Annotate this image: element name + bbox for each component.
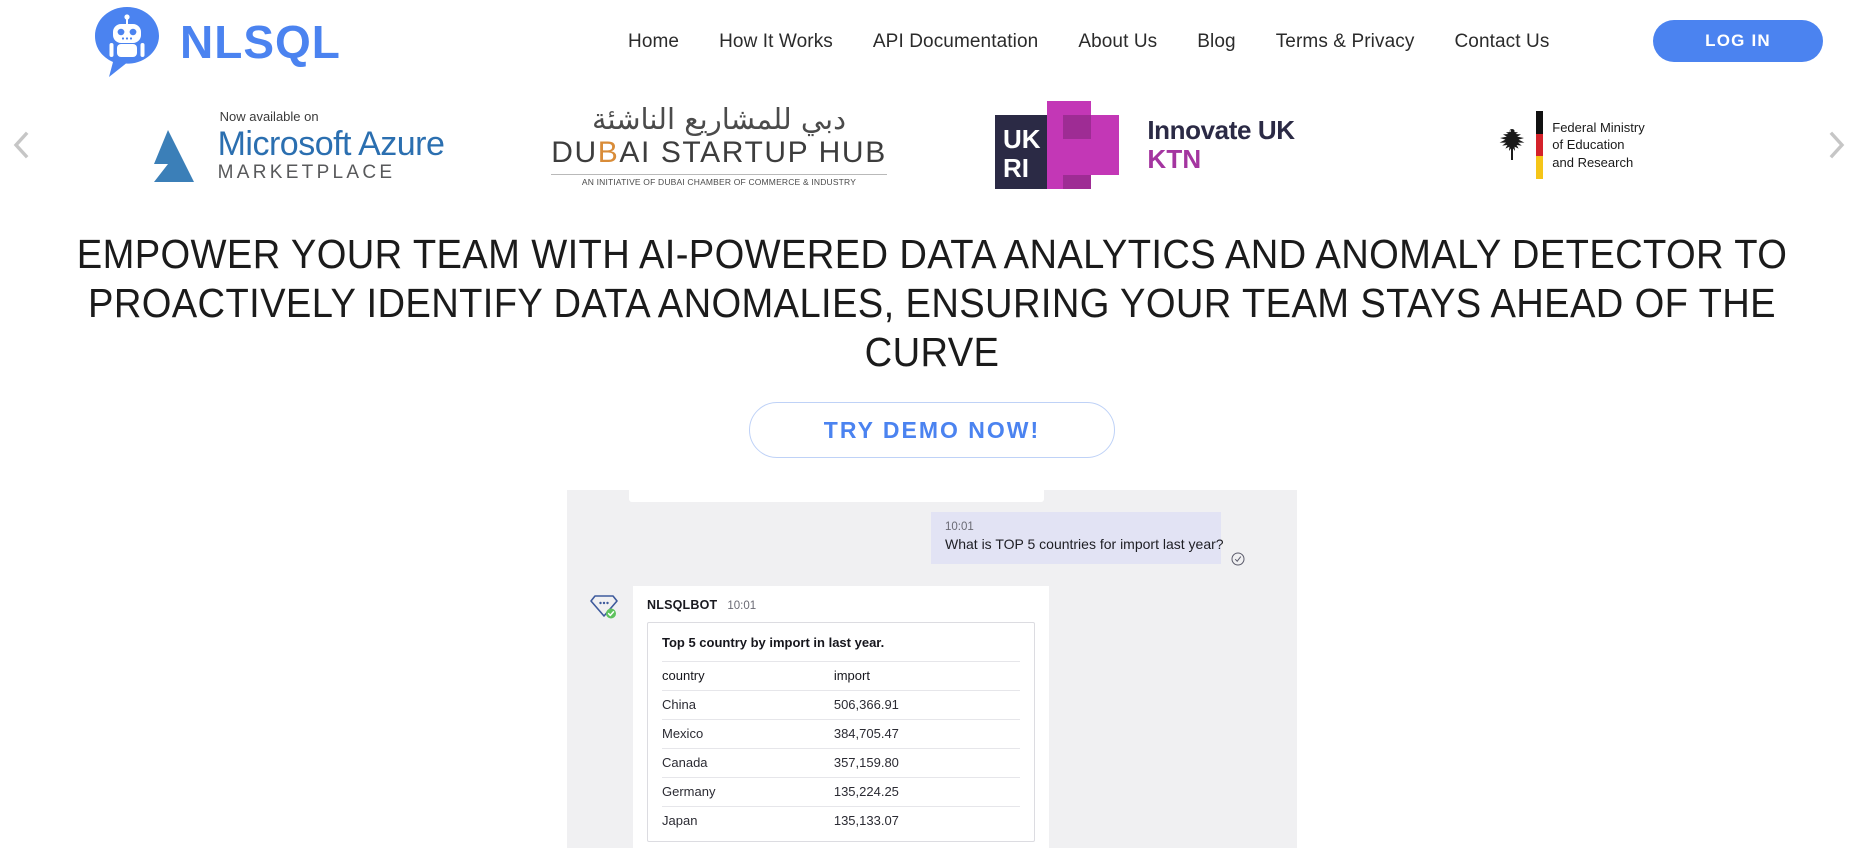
nav-item-contact-us[interactable]: Contact Us xyxy=(1434,31,1569,53)
nav-item-blog[interactable]: Blog xyxy=(1177,31,1255,53)
table-row: China 506,366.91 xyxy=(662,690,1020,720)
innovate-uk-label: Innovate UK xyxy=(1147,115,1295,146)
table-row: Mexico 384,705.47 xyxy=(662,719,1020,749)
partner-logo-carousel: Now available on Microsoft Azure MARKETP… xyxy=(0,84,1864,206)
dubai-name-accent: B xyxy=(597,136,620,170)
chat-result-table: country import China 506,366.91 Mexico 3… xyxy=(662,661,1020,836)
chat-bot-timestamp: 10:01 xyxy=(727,600,757,613)
dubai-tagline: AN INITIATIVE OF DUBAI CHAMBER OF COMMER… xyxy=(581,176,857,187)
ktn-label: KTN xyxy=(1147,144,1202,174)
page-title: Empower your team with AI-powered data a… xyxy=(76,231,1788,375)
table-column-country: country xyxy=(662,661,834,691)
table-cell-import: 506,366.91 xyxy=(833,690,1020,720)
svg-text:UK: UK xyxy=(1003,124,1041,154)
chat-demo-topbar xyxy=(629,490,1044,503)
table-column-import: import xyxy=(833,661,1020,691)
nav-item-terms-privacy[interactable]: Terms & Privacy xyxy=(1256,31,1435,53)
chat-bot-name: NLSQLBOT xyxy=(647,598,718,613)
nav-item-about-us[interactable]: About Us xyxy=(1058,31,1177,53)
table-body: China 506,366.91 Mexico 384,705.47 Canad… xyxy=(662,690,1020,836)
partner-logo-innovate-uk-ktn[interactable]: UK RI Innovate UK KTN xyxy=(932,101,1358,189)
chat-user-timestamp: 10:01 xyxy=(945,521,974,534)
german-ministry-line-2: of Education xyxy=(1552,137,1625,153)
dubai-divider xyxy=(551,173,887,175)
german-eagle-icon xyxy=(1497,127,1527,163)
chat-user-message: 10:01 What is TOP 5 countries for import… xyxy=(931,512,1224,564)
azure-available-on-label: Now available on xyxy=(219,108,319,124)
table-row: Canada 357,159.80 xyxy=(662,748,1020,778)
dubai-name-part-1: DU xyxy=(551,136,598,170)
brand-logo[interactable]: NLSQL xyxy=(88,3,341,81)
nlsqlbot-avatar-icon xyxy=(589,592,619,622)
table-header-row: country import xyxy=(662,661,1020,691)
try-demo-now-button[interactable]: TRY DEMO NOW! xyxy=(749,402,1115,459)
chat-result-title: Top 5 country by import in last year. xyxy=(662,635,885,651)
dubai-name-part-2: AI STARTUP HUB xyxy=(619,136,887,170)
german-ministry-name: Federal Ministry of Education and Resear… xyxy=(1552,119,1644,170)
chat-result-card: Top 5 country by import in last year. co… xyxy=(647,622,1035,843)
partner-logo-dubai-startup-hub[interactable]: دبي للمشاريع الناشئة DUBAI STARTUP HUB A… xyxy=(506,102,932,187)
brand-name: NLSQL xyxy=(180,16,341,68)
ukri-logo-icon: UK RI xyxy=(995,101,1131,189)
german-ministry-line-1: Federal Ministry xyxy=(1552,120,1645,136)
chat-demo-preview: 10:01 What is TOP 5 countries for import… xyxy=(567,490,1297,848)
table-cell-country: China xyxy=(662,690,834,720)
main-navigation: Home How It Works API Documentation Abou… xyxy=(608,31,1569,53)
partner-logo-german-federal-ministry[interactable]: Federal Ministry of Education and Resear… xyxy=(1358,111,1784,180)
table-cell-import: 135,224.25 xyxy=(833,777,1020,807)
nav-item-how-it-works[interactable]: How It Works xyxy=(699,31,853,53)
table-row: Germany 135,224.25 xyxy=(662,777,1020,807)
chat-bot-message: NLSQLBOT 10:01 Top 5 country by import i… xyxy=(589,586,1049,848)
azure-subtitle: MARKETPLACE xyxy=(217,161,396,183)
partner-logo-microsoft-azure[interactable]: Now available on Microsoft Azure MARKETP… xyxy=(80,109,506,182)
table-cell-import: 357,159.80 xyxy=(833,748,1020,778)
table-cell-country: Canada xyxy=(662,748,834,778)
log-in-button[interactable]: LOG IN xyxy=(1653,20,1823,62)
table-cell-country: Japan xyxy=(662,806,834,836)
table-row: Japan 135,133.07 xyxy=(662,806,1020,836)
dubai-arabic-name: دبي للمشاريع الناشئة xyxy=(591,102,847,137)
table-cell-import: 384,705.47 xyxy=(833,719,1020,749)
chevron-right-icon[interactable] xyxy=(1820,128,1854,162)
svg-text:RI: RI xyxy=(1003,153,1029,183)
table-cell-import: 135,133.07 xyxy=(833,806,1020,836)
check-circle-icon xyxy=(1231,552,1245,566)
chevron-left-icon[interactable] xyxy=(4,128,38,162)
chat-user-text: What is TOP 5 countries for import last … xyxy=(945,536,1224,553)
table-cell-country: Germany xyxy=(662,777,834,807)
hero-section: Empower your team with AI-powered data a… xyxy=(0,206,1864,459)
table-cell-country: Mexico xyxy=(662,719,834,749)
german-ministry-line-3: and Research xyxy=(1552,154,1634,170)
nav-item-home[interactable]: Home xyxy=(608,31,699,53)
azure-title: Microsoft Azure xyxy=(217,124,445,163)
nlsql-robot-chat-icon xyxy=(88,3,166,81)
german-flag-bar xyxy=(1536,111,1544,180)
chat-bot-card: NLSQLBOT 10:01 Top 5 country by import i… xyxy=(633,586,1049,848)
site-header: NLSQL Home How It Works API Documentatio… xyxy=(0,0,1864,84)
nav-item-api-documentation[interactable]: API Documentation xyxy=(853,31,1058,53)
azure-triangle-icon xyxy=(142,129,210,182)
dubai-english-name: DUBAI STARTUP HUB xyxy=(551,136,887,171)
